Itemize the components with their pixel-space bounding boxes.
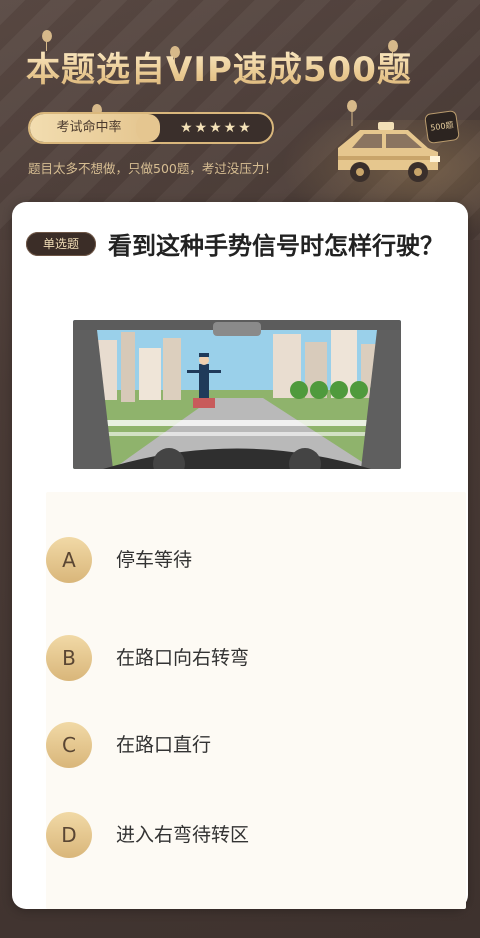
balloon-icon — [42, 30, 52, 51]
badge-500: 500题 — [424, 109, 460, 145]
taxi-car-icon — [338, 100, 440, 182]
option-letter: D — [46, 812, 92, 858]
option-c[interactable]: C 在路口直行 — [46, 722, 446, 782]
question-text: 看到这种手势信号时怎样行驶？ — [108, 232, 444, 260]
hit-rate-pill: 考试命中率 ★★★★★ — [28, 112, 274, 144]
question-card: 看到这种手势信号时怎样行驶？ 单选题 A 停车等待 B 在路口向右转弯 C 在路… — [12, 202, 468, 909]
option-text: 停车等待 — [116, 549, 193, 571]
option-letter: C — [46, 722, 92, 768]
option-b[interactable]: B 在路口向右转弯 — [46, 635, 446, 695]
option-text: 进入右弯待转区 — [116, 824, 250, 846]
hit-rate-label: 考试命中率 — [30, 114, 160, 142]
option-text: 在路口向右转弯 — [116, 647, 250, 669]
star-rating: ★★★★★ — [180, 120, 253, 136]
option-letter: A — [46, 537, 92, 583]
option-letter: B — [46, 635, 92, 681]
traffic-police-scene-image — [73, 320, 401, 469]
option-text: 在路口直行 — [116, 734, 212, 756]
option-a[interactable]: A 停车等待 — [46, 537, 446, 597]
option-d[interactable]: D 进入右弯待转区 — [46, 812, 446, 872]
promo-headline: 本题选自VIP速成500题 — [26, 42, 446, 102]
options-panel: A 停车等待 B 在路口向右转弯 C 在路口直行 D 进入右弯待转区 — [46, 492, 466, 909]
question-type-tag: 单选题 — [26, 232, 96, 256]
